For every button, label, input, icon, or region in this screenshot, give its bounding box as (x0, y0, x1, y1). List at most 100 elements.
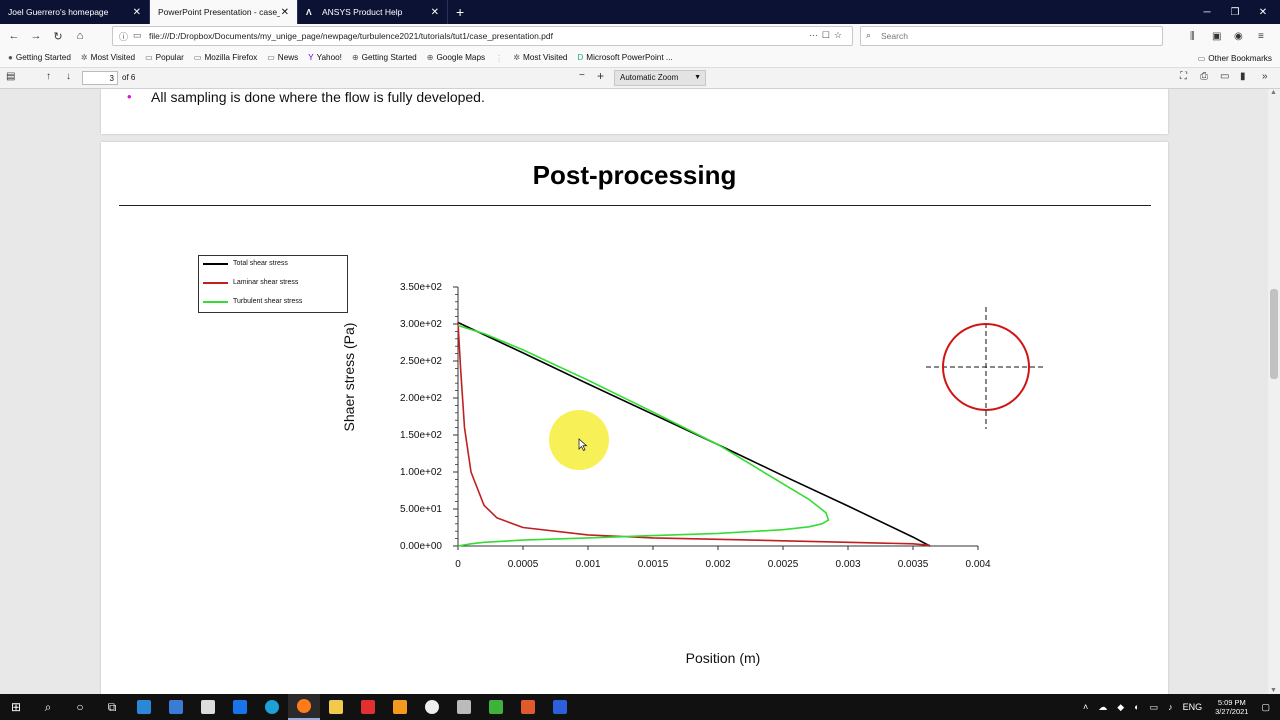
menu-icon[interactable]: ≡ (1258, 24, 1264, 48)
maps-app-icon[interactable] (416, 694, 448, 720)
powerpoint-icon: D (577, 53, 584, 62)
close-window-button[interactable]: ✕ (1246, 0, 1280, 24)
file-explorer-app-icon[interactable] (320, 694, 352, 720)
close-icon[interactable]: ✕ (281, 7, 289, 18)
tab-homepage[interactable]: Joel Guerrero's homepage ✕ (0, 0, 150, 24)
sublime-app-icon[interactable] (384, 694, 416, 720)
bookmark-google-maps[interactable]: ⊕ Google Maps (422, 53, 490, 62)
zoom-out-button[interactable]: − (579, 70, 585, 81)
printer-app-icon[interactable] (448, 694, 480, 720)
dropbox-icon[interactable]: ◆ (1117, 702, 1124, 713)
legend-swatch (203, 300, 228, 303)
bookmark-most-visited[interactable]: ✲ Most Visited (76, 53, 140, 62)
new-tab-button[interactable]: + (448, 0, 472, 24)
sidebar-icon[interactable]: ▣ (1212, 24, 1221, 48)
battery-icon[interactable]: ▭ (1150, 702, 1159, 713)
bookmark-mozilla-firefox[interactable]: ▭ Mozilla Firefox (189, 53, 262, 62)
calculator-app-icon[interactable] (160, 694, 192, 720)
reload-icon[interactable]: ↻ (47, 30, 69, 43)
system-tray: ˄ ☁ ◆ ◐ ▭ ♪ ENG 5:09 PM 3/27/2021 ▢ (1078, 694, 1280, 720)
url-text: file:///D:/Dropbox/Documents/my_unige_pa… (149, 31, 554, 41)
bookmark-icon[interactable]: ▮ (1240, 71, 1246, 82)
x-tick-label: 0.0015 (638, 559, 669, 570)
y-tick-label: 5.00e+01 (400, 504, 442, 515)
notification-icon[interactable]: ▢ (1261, 702, 1270, 713)
url-bar[interactable]: ⓘ ▭ file:///D:/Dropbox/Documents/my_unig… (112, 26, 853, 46)
page-number-input[interactable]: 3 (82, 71, 118, 85)
info-icon[interactable]: ⓘ (119, 30, 128, 43)
bookmark-powerpoint[interactable]: D Microsoft PowerPoint ... (572, 53, 677, 62)
bookmark-getting-started-2[interactable]: ⊕ Getting Started (347, 53, 422, 62)
chevron-up-icon[interactable]: ˄ (1083, 702, 1088, 712)
bookmark-yahoo[interactable]: Y Yahoo! (303, 53, 347, 62)
account-icon[interactable]: ◉ (1234, 24, 1243, 48)
cloud-icon[interactable]: ☁ (1098, 702, 1107, 713)
firefox-app-icon[interactable] (288, 694, 320, 720)
volume-icon[interactable]: ♪ (1168, 702, 1173, 712)
tab-bar: Joel Guerrero's homepage ✕ PowerPoint Pr… (0, 0, 1280, 24)
powerpoint-app-icon[interactable] (544, 694, 576, 720)
y-tick-label: 3.50e+02 (400, 282, 442, 293)
x-tick-label: 0.0035 (898, 559, 929, 570)
windows-start-icon[interactable]: ⊞ (0, 694, 32, 720)
edge-app-icon[interactable] (256, 694, 288, 720)
clock[interactable]: 5:09 PM 3/27/2021 (1215, 698, 1248, 716)
save-icon[interactable]: ▭ (1220, 71, 1229, 82)
tab-label: PowerPoint Presentation - case_pre (158, 7, 280, 17)
task-view-icon[interactable]: ⧉ (96, 694, 128, 720)
navigation-bar: ← → ↻ ⌂ ⓘ ▭ file:///D:/Dropbox/Documents… (0, 24, 1280, 48)
sidebar-toggle-icon[interactable]: ▤ (6, 71, 15, 82)
pdf-viewer[interactable]: • All sampling is done where the flow is… (0, 89, 1268, 694)
store-app-icon[interactable] (192, 694, 224, 720)
page-actions-icon[interactable]: ⋯☐☆ (809, 30, 846, 41)
calendar-app-icon[interactable] (128, 694, 160, 720)
bookmark-most-visited-2[interactable]: ✲ Most Visited (508, 53, 572, 62)
legend-item: Total shear stress (203, 260, 288, 267)
back-icon[interactable]: ← (3, 30, 25, 42)
other-bookmarks[interactable]: ▭ Other Bookmarks (1198, 48, 1272, 68)
y-tick-label: 3.00e+02 (400, 319, 442, 330)
close-icon[interactable]: ✕ (431, 7, 439, 18)
search-icon[interactable]: ⌕ (32, 694, 64, 720)
scroll-up-icon[interactable]: ▲ (1270, 89, 1277, 96)
zoom-in-button[interactable]: + (597, 69, 604, 83)
bookmark-getting-started[interactable]: ● Getting Started (0, 53, 76, 62)
library-icon[interactable]: ⫼ (1190, 24, 1195, 48)
network-icon[interactable]: ◐ (1134, 702, 1139, 712)
x-tick-label: 0.003 (835, 559, 860, 570)
print-icon[interactable]: ⎙ (1200, 71, 1208, 82)
legend-item: Laminar shear stress (203, 279, 298, 286)
presentation-mode-icon[interactable]: ⛶ (1180, 71, 1187, 82)
cortana-icon[interactable]: ○ (64, 694, 96, 720)
globe-icon: ⊕ (351, 53, 359, 62)
tab-label: Joel Guerrero's homepage (8, 7, 109, 17)
x-tick-label: 0.002 (705, 559, 730, 570)
zoom-select[interactable]: Automatic Zoom ▼ (614, 70, 706, 86)
acrobat-app-icon[interactable] (352, 694, 384, 720)
search-input[interactable]: ⌕ Search (860, 26, 1163, 46)
scroll-down-icon[interactable]: ▼ (1270, 687, 1277, 694)
folder-icon: ▭ (145, 53, 153, 62)
next-page-icon[interactable]: ↓ (66, 71, 71, 82)
shear-stress-chart: 0.00e+00 5.00e+01 1.00e+02 1.50e+02 2.00e+02… (400, 282, 1046, 570)
bookmark-popular[interactable]: ▭ Popular (140, 53, 189, 62)
tab-powerpoint[interactable]: PowerPoint Presentation - case_pre ✕ (150, 0, 298, 24)
pdf-toolbar: ▤ ↑ ↓ 3 of 6 − + Automatic Zoom ▼ ⛶ ⎙ ▭ ▮… (0, 68, 1280, 89)
cursor-app-icon[interactable] (480, 694, 512, 720)
bookmark-news[interactable]: ▭ News (262, 53, 303, 62)
scrollbar-thumb[interactable] (1270, 289, 1278, 379)
x-tick-label: 0.0025 (768, 559, 799, 570)
language-indicator[interactable]: ENG (1183, 702, 1203, 712)
home-icon[interactable]: ⌂ (69, 30, 91, 42)
series-line-1 (457, 321, 931, 547)
close-icon[interactable]: ✕ (133, 7, 141, 18)
vertical-scrollbar[interactable]: ▲ ▼ (1268, 89, 1280, 694)
forward-icon[interactable]: → (25, 30, 47, 42)
mail-app-icon[interactable] (224, 694, 256, 720)
previous-page-icon[interactable]: ↑ (46, 71, 51, 82)
clion-app-icon[interactable] (512, 694, 544, 720)
tab-ansys[interactable]: Λ ANSYS Product Help ✕ (298, 0, 448, 24)
x-tick-label: 0.0005 (508, 559, 539, 570)
slide-title: Post-processing (532, 160, 737, 190)
tools-icon[interactable]: » (1262, 71, 1268, 82)
